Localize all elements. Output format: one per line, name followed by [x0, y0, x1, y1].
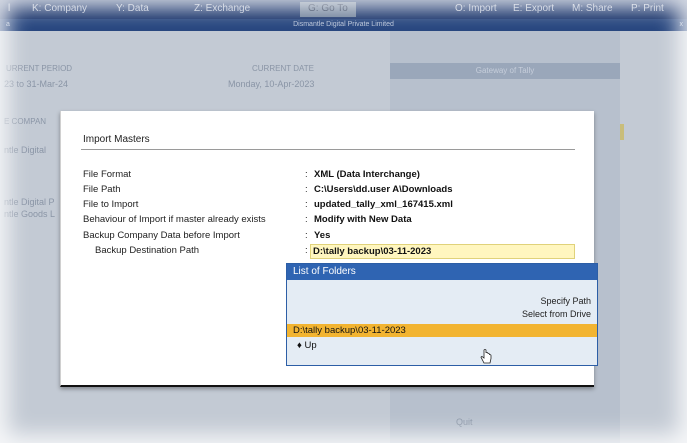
gateway-highlight-edge [620, 124, 624, 140]
field-colon: : [305, 184, 308, 195]
list-of-folders-popup: List of Folders Specify Path Select from… [286, 263, 598, 366]
backup-destination-label: Backup Destination Path [95, 245, 200, 256]
field-colon: : [305, 230, 308, 241]
current-date-value: Monday, 10-Apr-2023 [228, 79, 315, 89]
file-to-import-value[interactable]: updated_tally_xml_167415.xml [314, 199, 453, 210]
backup-company-label: Backup Company Data before Import [83, 230, 240, 241]
folder-item-selected[interactable]: D:\tally backup\03-11-2023 [287, 324, 597, 337]
company-column-label: E COMPAN [4, 117, 47, 126]
import-behaviour-label: Behaviour of Import if master already ex… [83, 214, 266, 225]
current-period-label: URRENT PERIOD [6, 64, 73, 73]
field-colon: : [305, 214, 308, 225]
current-period-value: 23 to 31-Mar-24 [4, 79, 69, 89]
top-menu-bar: l K: Company Y: Data Z: Exchange G: Go T… [0, 0, 687, 19]
file-format-label: File Format [83, 169, 132, 180]
topbar-left-edge: l [8, 3, 11, 14]
menu-company[interactable]: K: Company [32, 3, 87, 14]
folder-up-item[interactable]: ♦ Up [297, 340, 317, 351]
popup-title: List of Folders [287, 264, 597, 280]
menu-goto[interactable]: G: Go To [300, 2, 356, 17]
file-path-value[interactable]: C:\Users\dd.user A\Downloads [314, 184, 452, 195]
hand-pointer-icon [480, 349, 492, 364]
gateway-quit-item[interactable]: Quit [456, 417, 473, 427]
company-name-2: ntle Digital P [4, 197, 55, 207]
company-title: Dismantle Digital Private Limited [293, 21, 394, 28]
company-bar-left-edge: a [6, 21, 10, 28]
menu-share[interactable]: M: Share [572, 3, 613, 14]
company-name-3: ntle Goods L [4, 209, 56, 219]
menu-export[interactable]: E: Export [513, 3, 554, 14]
current-date-label: CURRENT DATE [252, 64, 314, 73]
file-path-label: File Path [83, 184, 121, 195]
title-divider [81, 149, 575, 150]
field-colon: : [305, 199, 308, 210]
import-behaviour-value[interactable]: Modify with New Data [314, 214, 412, 225]
backup-destination-input[interactable]: D:\tally backup\03-11-2023 [310, 244, 575, 259]
field-colon: : [305, 245, 308, 256]
menu-exchange[interactable]: Z: Exchange [194, 3, 250, 14]
field-colon: : [305, 169, 308, 180]
dialog-title: Import Masters [83, 134, 150, 145]
backup-company-value[interactable]: Yes [314, 230, 330, 241]
gateway-header: Gateway of Tally [390, 63, 620, 79]
file-to-import-label: File to Import [83, 199, 139, 210]
company-name-1: ntle Digital [4, 145, 47, 155]
menu-import[interactable]: O: Import [455, 3, 497, 14]
select-from-drive-option[interactable]: Select from Drive [522, 309, 591, 319]
company-bar-close-icon[interactable]: x [680, 19, 684, 31]
file-format-value[interactable]: XML (Data Interchange) [314, 169, 420, 180]
menu-data[interactable]: Y: Data [116, 3, 149, 14]
menu-print[interactable]: P: Print [631, 3, 664, 14]
company-title-bar: a Dismantle Digital Private Limited x [0, 19, 687, 31]
specify-path-option[interactable]: Specify Path [540, 296, 591, 306]
